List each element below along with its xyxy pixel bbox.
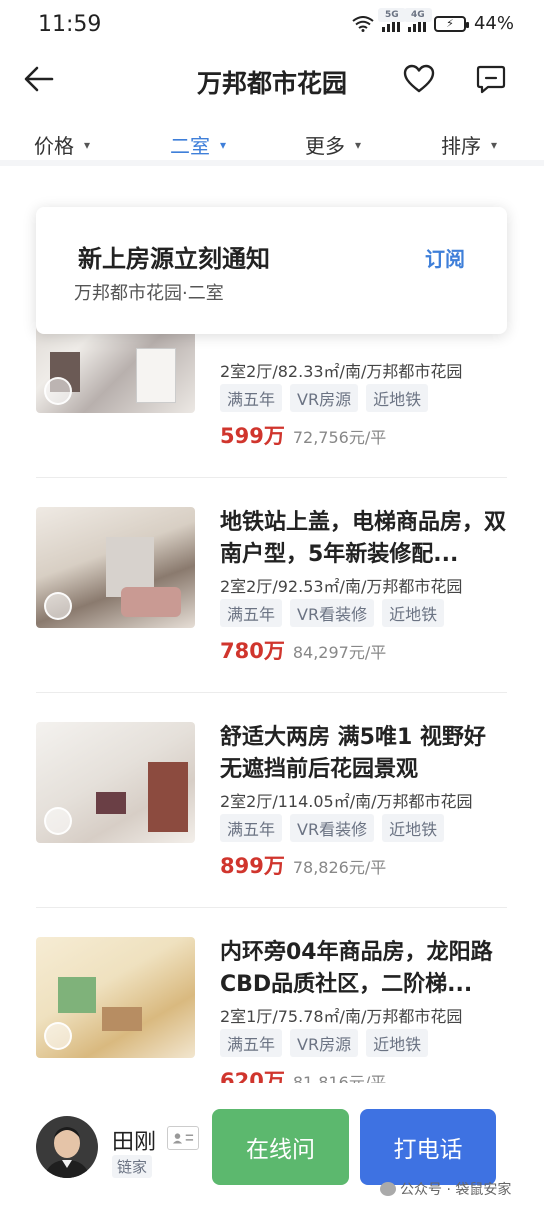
- listing-item[interactable]: 舒适大两房 满5唯1 视野好 无遮挡前后花园景观 2室2厅/114.05㎡/南/…: [36, 722, 507, 882]
- message-icon[interactable]: [474, 62, 508, 96]
- page-title: 万邦都市花园: [196, 69, 347, 98]
- watermark: 公众号 · 袋鼠安家: [380, 1179, 511, 1199]
- divider: [36, 907, 507, 908]
- title-bar: 万邦都市花园: [0, 50, 544, 110]
- unit-price: 84,297元/平: [292, 643, 387, 662]
- tag: 满五年: [220, 384, 283, 412]
- listing-info: 2室1厅/75.78㎡/南/万邦都市花园: [220, 1007, 463, 1026]
- tag: VR看装修: [290, 814, 375, 842]
- listing-photo: [36, 937, 195, 1058]
- status-bar: 11:59 5G 4G ⚡ 44%: [0, 0, 544, 50]
- notify-title: 新上房源立刻通知: [78, 245, 270, 273]
- tag: VR房源: [290, 384, 359, 412]
- listing-tags: 满五年 VR看装修 近地铁: [220, 599, 445, 627]
- total-price: 780万: [220, 639, 285, 663]
- divider: [36, 692, 507, 693]
- signal-icon-4g: 4G: [403, 7, 432, 32]
- status-time: 11:59: [38, 12, 102, 37]
- vr-icon: [44, 377, 72, 405]
- vr-icon: [44, 807, 72, 835]
- filter-sort[interactable]: 排序 ▾: [441, 130, 497, 159]
- listing-tags: 满五年 VR房源 近地铁: [220, 384, 429, 412]
- unit-price: 78,826元/平: [292, 858, 387, 877]
- status-icons: 5G 4G ⚡ 44%: [352, 7, 514, 34]
- tag: 近地铁: [366, 384, 429, 412]
- listing-tags: 满五年 VR房源 近地铁: [220, 1029, 429, 1057]
- chevron-down-icon: ▾: [491, 137, 498, 152]
- listing-item[interactable]: 地铁站上盖，电梯商品房，双南户型，5年新装修配... 2室2厅/92.53㎡/南…: [36, 507, 507, 667]
- tag: 满五年: [220, 814, 283, 842]
- notify-subtitle: 万邦都市花园·二室: [74, 283, 224, 304]
- listing-info: 2室2厅/114.05㎡/南/万邦都市花园: [220, 792, 473, 811]
- heart-icon[interactable]: [402, 63, 436, 95]
- avatar-image: [36, 1116, 98, 1178]
- agent-avatar[interactable]: [36, 1116, 98, 1178]
- tag: 近地铁: [382, 599, 445, 627]
- online-consult-button[interactable]: 在线问: [212, 1109, 349, 1185]
- tag: VR看装修: [290, 599, 375, 627]
- subscribe-notify-card: 新上房源立刻通知 万邦都市花园·二室 订阅: [36, 207, 507, 334]
- listing-info: 2室2厅/92.53㎡/南/万邦都市花园: [220, 577, 463, 596]
- agent-company: 链家: [112, 1155, 153, 1178]
- listing-title: 内环旁04年商品房，龙阳路CBD品质社区，二阶梯...: [220, 940, 493, 997]
- filter-bar: 价格 ▾ 二室 ▾ 更多 ▾ 排序 ▾: [0, 120, 544, 166]
- total-price: 599万: [220, 424, 285, 448]
- total-price: 899万: [220, 854, 285, 878]
- wechat-icon: [380, 1182, 396, 1196]
- divider: [36, 477, 507, 478]
- filter-rooms[interactable]: 二室 ▾: [170, 130, 226, 159]
- tag: 近地铁: [382, 814, 445, 842]
- battery-level: 44%: [473, 13, 514, 34]
- listing-tags: 满五年 VR看装修 近地铁: [220, 814, 445, 842]
- listing-photo: [36, 507, 195, 628]
- battery-icon: ⚡: [433, 15, 469, 32]
- wifi-icon: [352, 15, 374, 32]
- chevron-down-icon: ▾: [220, 137, 227, 152]
- total-price: 620万: [220, 1069, 285, 1083]
- tag: 满五年: [220, 1029, 283, 1057]
- call-button[interactable]: 打电话: [360, 1109, 496, 1185]
- tag: VR房源: [290, 1029, 359, 1057]
- vr-icon: [44, 1022, 72, 1050]
- listing-title: 舒适大两房 满5唯1 视野好 无遮挡前后花园景观: [220, 725, 486, 782]
- agent-name: 田刚: [112, 1130, 157, 1155]
- listing-title: 地铁站上盖，电梯商品房，双南户型，5年新装修配...: [220, 510, 507, 567]
- price-row: 620万 81,816元/平: [220, 1065, 386, 1083]
- filter-more[interactable]: 更多 ▾: [305, 130, 361, 159]
- price-row: 599万 72,756元/平: [220, 420, 386, 450]
- agent-contact-bar: 田刚 链家 在线问 打电话 公众号 · 袋鼠安家: [0, 1092, 544, 1209]
- unit-price: 81,816元/平: [292, 1073, 387, 1083]
- vr-icon: [44, 592, 72, 620]
- chevron-down-icon: ▾: [355, 137, 362, 152]
- filter-price[interactable]: 价格 ▾: [34, 130, 90, 159]
- unit-price: 72,756元/平: [292, 428, 387, 447]
- price-row: 780万 84,297元/平: [220, 635, 386, 665]
- listing-info: 2室2厅/82.33㎡/南/万邦都市花园: [220, 362, 463, 381]
- subscribe-button[interactable]: 订阅: [425, 243, 465, 272]
- tag: 满五年: [220, 599, 283, 627]
- listing-item[interactable]: 内环旁04年商品房，龙阳路CBD品质社区，二阶梯... 2室1厅/75.78㎡/…: [36, 937, 507, 1083]
- listing-photo: [36, 722, 195, 843]
- business-card-icon[interactable]: [167, 1126, 199, 1150]
- signal-icon-5g: 5G: [377, 7, 406, 32]
- tag: 近地铁: [366, 1029, 429, 1057]
- price-row: 899万 78,826元/平: [220, 850, 386, 880]
- chevron-down-icon: ▾: [84, 137, 91, 152]
